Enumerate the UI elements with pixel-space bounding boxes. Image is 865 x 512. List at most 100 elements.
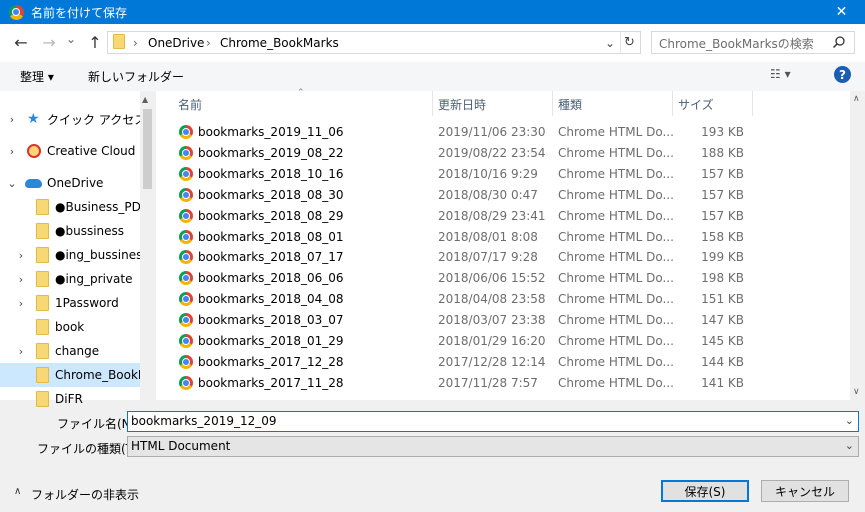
chevron-right-icon[interactable]: › — [14, 345, 28, 358]
chrome-html-file-icon — [179, 250, 193, 265]
file-name: bookmarks_2017_11_28 — [198, 375, 344, 390]
tree-item[interactable]: › Creative Cloud Fil — [0, 139, 152, 163]
scroll-up-icon: ∧ — [853, 94, 860, 104]
refresh-button[interactable]: ↻ — [620, 32, 638, 53]
tree-item[interactable]: › change — [0, 339, 140, 363]
address-history-button[interactable]: ⌄ — [601, 32, 619, 53]
save-button[interactable]: 保存(S) — [661, 480, 749, 502]
file-date: 2018/04/08 23:58 — [438, 292, 546, 307]
forward-button[interactable]: → — [38, 31, 60, 53]
chrome-app-icon — [9, 5, 24, 20]
file-row[interactable]: bookmarks_2019_11_06 2019/11/06 23:30 Chro… — [160, 122, 850, 143]
file-type: Chrome HTML Do... — [558, 292, 674, 307]
chrome-html-file-icon — [179, 334, 193, 348]
chrome-html-file-icon — [179, 292, 193, 307]
file-row[interactable]: bookmarks_2017_11_28 2017/11/28 7:57 Chrom… — [160, 373, 850, 394]
tree-item[interactable]: Chrome_BookM — [0, 363, 148, 387]
column-divider[interactable] — [552, 91, 553, 116]
file-size: 157 KB — [701, 187, 744, 202]
help-button[interactable]: ? — [834, 66, 851, 83]
tree-item[interactable]: › ●ing_private — [0, 267, 140, 291]
search-placeholder: Chrome_BookMarksの検索 — [659, 37, 814, 51]
hide-folders-toggle[interactable]: フォルダーの非表示 — [31, 486, 139, 503]
filetype-value: HTML Document — [131, 439, 231, 453]
breadcrumb-onedrive[interactable]: OneDrive — [148, 36, 204, 50]
tree-item-label: ●ing_bussiness — [55, 248, 149, 262]
creative-cloud-icon — [27, 144, 41, 158]
file-row[interactable]: bookmarks_2018_08_01 2018/08/01 8:08 Chrom… — [160, 227, 850, 248]
tree-scroll-thumb[interactable] — [143, 109, 152, 189]
column-header-date[interactable]: 更新日時 — [438, 96, 486, 113]
chevron-right-icon[interactable]: › — [5, 113, 19, 126]
tree-scrollbar[interactable]: ▲ — [140, 91, 155, 400]
tree-item[interactable]: ●bussiness — [0, 219, 140, 243]
collapse-icon[interactable]: ∧ — [14, 486, 21, 497]
file-row[interactable]: bookmarks_2018_01_29 2018/01/29 16:20 Chro… — [160, 331, 850, 352]
chrome-html-file-icon — [179, 125, 193, 139]
file-size: 145 KB — [701, 334, 744, 348]
column-divider[interactable] — [432, 91, 433, 116]
chevron-right-icon[interactable]: › — [14, 273, 28, 286]
tree-item-label: Creative Cloud Fil — [47, 144, 152, 158]
tree-item[interactable]: DiFR — [0, 387, 140, 411]
chevron-down-icon: ⌄ — [65, 32, 77, 46]
chevron-down-icon[interactable]: ⌄ — [845, 414, 854, 427]
chevron-right-icon[interactable]: › — [14, 249, 28, 262]
column-divider[interactable] — [752, 91, 753, 116]
chevron-down-icon: ⌄ — [604, 35, 616, 50]
tree-item-label: Chrome_BookM — [55, 368, 149, 382]
breadcrumb-chrome-bookmarks[interactable]: Chrome_BookMarks — [220, 36, 339, 50]
chrome-html-file-icon — [179, 208, 193, 223]
file-row[interactable]: bookmarks_2018_08_30 2018/08/30 0:47 Chrom… — [160, 185, 850, 206]
file-row[interactable]: bookmarks_2018_04_08 2018/04/08 23:58 Chro… — [160, 289, 850, 310]
folder-icon — [36, 391, 49, 407]
filetype-select[interactable]: HTML Document ⌄ — [127, 436, 859, 457]
tree-item[interactable]: › 1Password — [0, 291, 140, 315]
column-header-type[interactable]: 種類 — [558, 96, 582, 113]
file-row[interactable]: bookmarks_2018_07_17 2018/07/17 9:28 Chrom… — [160, 247, 850, 268]
file-name: bookmarks_2018_08_29 — [198, 208, 344, 223]
folder-icon — [36, 247, 49, 263]
tree-item[interactable]: › ●ing_bussiness — [0, 243, 149, 267]
file-row[interactable]: bookmarks_2018_03_07 2018/03/07 23:38 Chro… — [160, 310, 850, 331]
chrome-html-file-icon — [179, 375, 193, 390]
column-divider[interactable] — [672, 91, 673, 116]
organize-button[interactable]: 整理 ▾ — [20, 68, 54, 85]
back-button[interactable]: ← — [10, 31, 32, 53]
view-options-button[interactable]: ☷ ▾ — [770, 67, 791, 81]
chevron-down-icon[interactable]: ⌄ — [5, 177, 19, 190]
chevron-right-icon[interactable]: › — [5, 145, 19, 158]
file-name: bookmarks_2018_01_29 — [198, 334, 344, 348]
file-name: bookmarks_2018_08_01 — [198, 229, 344, 244]
file-name: bookmarks_2018_03_07 — [198, 313, 344, 328]
file-type: Chrome HTML Do... — [558, 145, 674, 160]
file-row[interactable]: bookmarks_2019_08_22 2019/08/22 23:54 Chro… — [160, 143, 850, 164]
cancel-button[interactable]: キャンセル — [761, 480, 849, 502]
file-date: 2018/07/17 9:28 — [438, 250, 538, 265]
filename-input[interactable]: bookmarks_2019_12_09 ⌄ — [127, 411, 859, 432]
close-button[interactable]: ✕ — [818, 0, 865, 24]
tree-item[interactable]: ⌄ OneDrive — [0, 171, 140, 195]
folder-icon — [36, 319, 49, 335]
new-folder-button[interactable]: 新しいフォルダー — [88, 68, 184, 85]
file-date: 2017/12/28 12:14 — [438, 354, 546, 369]
forward-arrow-icon: → — [42, 32, 56, 52]
file-row[interactable]: bookmarks_2018_08_29 2018/08/29 23:41 Chro… — [160, 206, 850, 227]
tree-item[interactable]: › ★ クイック アクセス — [0, 107, 146, 131]
file-row[interactable]: bookmarks_2018_10_16 2018/10/16 9:29 Chrom… — [160, 164, 850, 185]
file-name: bookmarks_2018_07_17 — [198, 250, 344, 265]
file-row[interactable]: bookmarks_2017_12_28 2017/12/28 12:14 Chro… — [160, 352, 850, 373]
up-button[interactable]: ↑ — [84, 31, 106, 53]
file-list-scrollbar[interactable]: ∧ ∨ — [850, 91, 865, 400]
file-date: 2019/11/06 23:30 — [438, 125, 546, 139]
scroll-up-icon: ▲ — [142, 95, 149, 104]
column-header-name[interactable]: 名前 — [178, 96, 202, 113]
tree-item[interactable]: book — [0, 315, 140, 339]
cloud-icon — [25, 179, 42, 188]
file-row[interactable]: bookmarks_2018_06_06 2018/06/06 15:52 Chro… — [160, 268, 850, 289]
column-header-size[interactable]: サイズ — [678, 96, 714, 113]
search-icon[interactable] — [832, 35, 846, 49]
chevron-right-icon[interactable]: › — [14, 297, 28, 310]
recent-locations-button[interactable]: ⌄ — [64, 28, 78, 50]
tree-item[interactable]: ●Business_PDF — [0, 195, 148, 219]
